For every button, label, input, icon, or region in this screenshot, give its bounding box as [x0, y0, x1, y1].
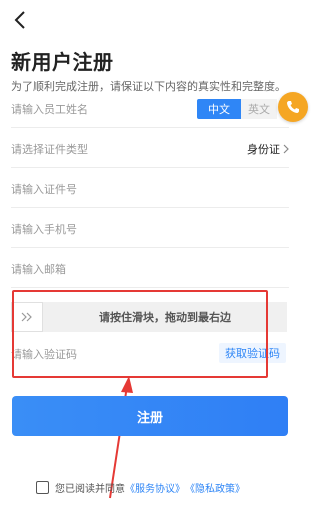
language-toggle[interactable]: 中文 英文 — [197, 99, 277, 119]
page-title: 新用户注册 — [11, 50, 114, 74]
privacy-policy-link[interactable]: 《隐私政策》 — [185, 480, 245, 495]
id-number-placeholder: 请输入证件号 — [11, 182, 77, 196]
chevron-left-icon — [14, 11, 25, 29]
lang-chinese-option[interactable]: 中文 — [197, 99, 241, 119]
id-number-input[interactable]: 请输入证件号 — [11, 170, 289, 208]
employee-name-field[interactable]: 请输入员工姓名 中文 英文 — [11, 90, 289, 128]
email-input[interactable]: 请输入邮箱 — [11, 250, 289, 288]
lang-english-option[interactable]: 英文 — [241, 99, 277, 119]
service-agreement-link[interactable]: 《服务协议》 — [125, 480, 185, 495]
register-button[interactable]: 注册 — [12, 396, 288, 436]
id-type-selected: 身份证 — [247, 142, 280, 156]
agreement-text: 您已阅读并同意 — [55, 484, 125, 495]
phone-placeholder: 请输入手机号 — [11, 222, 77, 236]
phone-input[interactable]: 请输入手机号 — [11, 210, 289, 248]
floating-contact-button[interactable] — [278, 92, 308, 122]
agreement-checkbox[interactable] — [36, 481, 49, 494]
id-type-placeholder: 请选择证件类型 — [11, 142, 88, 156]
chevron-right-icon — [283, 144, 289, 153]
id-type-select[interactable]: 请选择证件类型 身份证 — [11, 130, 289, 168]
email-placeholder: 请输入邮箱 — [11, 262, 66, 276]
id-type-value: 身份证 — [247, 141, 289, 157]
agreement-row: 您已阅读并同意 《服务协议》 《隐私政策》 — [36, 480, 245, 495]
employee-name-placeholder: 请输入员工姓名 — [11, 102, 88, 116]
phone-icon — [287, 101, 299, 113]
annotation-highlight-box — [12, 290, 268, 378]
back-button[interactable] — [8, 8, 32, 32]
